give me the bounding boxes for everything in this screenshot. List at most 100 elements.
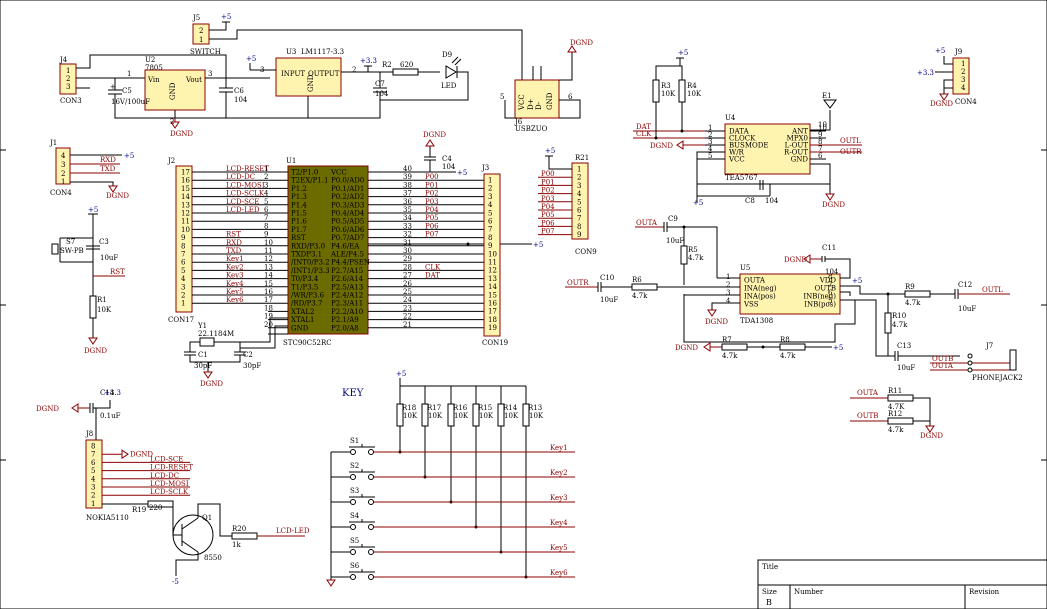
d9-designator: D9 [442, 51, 452, 59]
key-switch[interactable] [350, 524, 356, 530]
u1-right-pin-label: P2.0/A8 [331, 324, 359, 332]
j8-pin-num: 2 [91, 492, 95, 500]
j4-value: CON3 [60, 97, 82, 105]
j2-pin-num: 7 [181, 251, 185, 259]
j3-pin-num: 1 [488, 177, 492, 185]
u1-left-pin-label: /INT1/P3.3 [291, 267, 330, 275]
j3-pin-num: 4 [488, 201, 493, 209]
j3-pin-num: 18 [488, 316, 497, 324]
u5-pin-label: INB(pos) [804, 301, 836, 309]
key-resistor-value: 10K [428, 412, 443, 420]
key-title: KEY [342, 388, 364, 399]
u1-right-pin-label: P2.1/A9 [331, 316, 359, 324]
u1-left-pin-num: 18 [264, 304, 273, 312]
key-resistor-value: 10K [479, 412, 494, 420]
r21-net-label: P01 [541, 178, 555, 186]
u1-left-pin-label: GND [291, 324, 309, 332]
number-label: Number [794, 588, 824, 596]
j3-pin-num: 19 [488, 324, 497, 332]
key-switch[interactable] [350, 549, 356, 555]
r21-net-label: P04 [541, 203, 555, 211]
key-switch[interactable] [350, 474, 356, 480]
key-resistor-value: 10K [504, 412, 519, 420]
r5-designator: R5 [688, 246, 698, 254]
j3-pin-num: 6 [488, 218, 493, 226]
dgnd-j6: DGND [570, 39, 593, 47]
c12-value: 10uF [958, 305, 976, 313]
r8-designator: R8 [780, 336, 790, 344]
u1-right-pin-label: P2.6/A14 [331, 275, 364, 283]
c3-value: 10uF [100, 254, 118, 262]
j3-pin-num: 12 [488, 267, 497, 275]
r21-net-label: P02 [541, 187, 555, 195]
u4-pin-num: 5 [708, 152, 712, 160]
u1-right-net: P06 [425, 222, 439, 230]
key-switch-ref: S2 [350, 462, 359, 470]
key-net-label: Key6 [550, 569, 568, 577]
key-plus5: +5 [396, 370, 406, 378]
j6-value: USBZUO [515, 125, 548, 133]
dgnd-c14: DGND [36, 405, 59, 413]
key-resistor-ref: R18 [402, 404, 416, 412]
j8-pin-num: 1 [91, 500, 95, 508]
u4-outr: OUTR [840, 148, 862, 156]
j2-pin-num: 4 [181, 275, 186, 283]
u5-pin-num: 4 [726, 297, 731, 305]
u1-right-pin-label: ALE/P4.5 [330, 251, 364, 259]
key-net-label: Key1 [550, 444, 568, 452]
u2-value: 7805 [145, 64, 163, 72]
c14-designator: C14 [100, 389, 115, 397]
key-net-label: Key4 [550, 519, 568, 527]
key-resistor-ref: R15 [478, 404, 492, 412]
j2-pin-num: 16 [181, 177, 190, 185]
r21-pin-num: 4 [577, 190, 582, 198]
j5-designator: J5 [192, 14, 200, 22]
j4-pin2: 2 [66, 75, 70, 83]
j3-pin-num: 9 [488, 242, 492, 250]
u1-right-pin-label: P0.5/AD5 [331, 218, 364, 226]
c12-designator: C12 [958, 281, 972, 289]
key-switch[interactable] [350, 574, 356, 580]
j3-pin-num: 7 [488, 226, 492, 234]
u1-left-pin-label: TXDP3.1 [291, 251, 322, 259]
u2-vin: Vin [147, 76, 160, 84]
j9-plus33: +3.3 [917, 69, 934, 77]
r11-designator: R11 [888, 387, 902, 395]
u1-left-pin-label: /RD/P3.7 [291, 300, 322, 308]
c3-designator: C3 [99, 238, 109, 246]
key-resistor-ref: R14 [503, 404, 518, 412]
r12-designator: R12 [888, 410, 902, 418]
u3-pin2: 2 [352, 66, 356, 74]
key-switch[interactable] [350, 499, 356, 505]
y1-crystal [199, 337, 215, 347]
j6-vcc: VCC [518, 94, 526, 111]
j2-pin-num: 1 [181, 300, 185, 308]
key-net-label: Key2 [550, 469, 568, 477]
r21-net-label: P05 [541, 211, 555, 219]
r1-resistor [89, 295, 97, 319]
r21-net-label: P06 [541, 219, 555, 227]
u1-right-pin-label: P0.1/AD1 [331, 185, 364, 193]
c2-designator: C2 [243, 351, 253, 359]
j9-pin3: 3 [961, 76, 965, 84]
key-switch[interactable] [350, 449, 356, 455]
dgnd-u4: DGND [650, 142, 673, 150]
j1-pin4: 4 [61, 152, 66, 160]
r9-resistor [904, 290, 931, 298]
j3-pin-num: 14 [488, 283, 497, 291]
j2-net-label: RST [226, 231, 241, 239]
r19-value: 220 [149, 504, 162, 512]
dgnd-crystal: DGND [200, 380, 223, 388]
r21-value: CON9 [575, 248, 597, 256]
j7-jack [1009, 349, 1017, 371]
r5-value: 4.7k [688, 254, 704, 262]
u1-left-pin-label: T2/P1.0 [291, 169, 318, 177]
dgnd-j1: DGND [106, 192, 129, 200]
schematic-svg: J4 CON3 1 2 3 1 U2 7805 Vin Vout GND 3 2… [0, 0, 1047, 609]
u1-left-pin-label: /INT0/P3.2 [291, 259, 330, 267]
u3-value: LM1117-3.3 [301, 48, 344, 56]
u1-left-pin-num: 3 [264, 181, 268, 189]
u3-input: INPUT [281, 70, 305, 78]
r12-value: 4.7k [888, 426, 904, 434]
u1-left-pin-label: T0/P3.4 [291, 275, 319, 283]
